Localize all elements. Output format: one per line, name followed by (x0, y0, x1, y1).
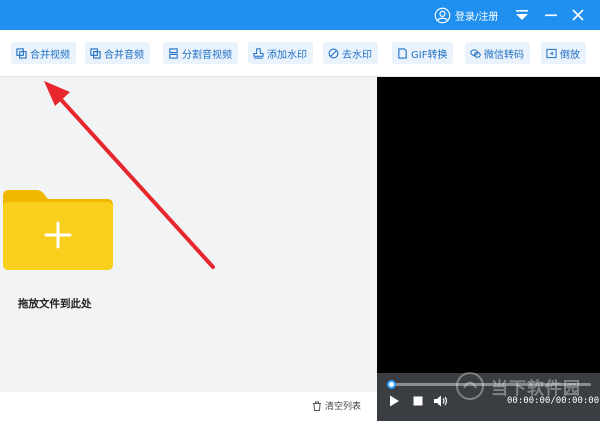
tool-remove-watermark[interactable]: 去水印 (323, 42, 378, 64)
title-bar: 登录/注册 (0, 0, 600, 30)
volume-icon[interactable] (433, 394, 449, 408)
tool-label: GIF转换 (411, 49, 448, 61)
app-window: 登录/注册 合并视频 合并音频 分割音视频 添加水印 去水印 GIF转换 微信转… (0, 0, 600, 421)
add-folder-icon[interactable] (3, 190, 113, 270)
player-controls: 00:00:00/00:00:00 (377, 373, 600, 421)
tool-label: 倒放 (560, 49, 580, 61)
tool-merge-video[interactable]: 合并视频 (11, 42, 76, 64)
progress-knob[interactable] (387, 380, 396, 389)
minimize-icon (545, 14, 557, 17)
tool-label: 分割音视频 (182, 49, 232, 61)
clear-list-button[interactable]: 清空列表 (312, 399, 361, 412)
menu-button[interactable] (513, 5, 531, 25)
reverse-icon (546, 48, 557, 58)
close-icon (572, 9, 584, 21)
remove-watermark-icon (328, 48, 339, 58)
merge-video-icon (16, 47, 27, 59)
wechat-icon (470, 48, 481, 58)
menu-icon (516, 10, 528, 20)
tool-label: 去水印 (342, 49, 372, 61)
tool-gif[interactable]: GIF转换 (392, 42, 454, 64)
tool-label: 合并音频 (104, 49, 144, 61)
clear-list-label: 清空列表 (325, 402, 362, 412)
tool-label: 合并视频 (30, 49, 70, 61)
toolbar: 合并视频 合并音频 分割音视频 添加水印 去水印 GIF转换 微信转码 倒放 (0, 30, 600, 77)
stop-icon[interactable] (411, 394, 425, 408)
tool-split[interactable]: 分割音视频 (163, 42, 238, 64)
timecode: 00:00:00/00:00:00 (507, 396, 600, 406)
gif-icon (398, 47, 407, 59)
user-icon (434, 7, 451, 23)
play-icon[interactable] (387, 394, 401, 408)
merge-audio-icon (90, 47, 101, 59)
add-watermark-icon (253, 47, 264, 59)
minimize-button[interactable] (542, 5, 560, 25)
tool-label: 添加水印 (267, 49, 307, 61)
tool-merge-audio[interactable]: 合并音频 (85, 42, 150, 64)
trash-icon (313, 401, 321, 411)
drop-hint-text: 拖放文件到此处 (18, 298, 92, 310)
close-button[interactable] (569, 5, 587, 25)
login-label: 登录/注册 (455, 11, 499, 23)
tool-label: 微信转码 (484, 49, 524, 61)
tool-reverse[interactable]: 倒放 (541, 42, 586, 64)
progress-bar[interactable] (387, 380, 591, 389)
login-button[interactable]: 登录/注册 (434, 5, 498, 25)
video-player: 00:00:00/00:00:00 (377, 77, 600, 421)
file-drop-area[interactable]: 拖放文件到此处 (0, 77, 377, 392)
tool-wechat[interactable]: 微信转码 (465, 42, 530, 64)
list-footer: 清空列表 (0, 392, 377, 421)
split-icon (169, 47, 178, 59)
tool-add-watermark[interactable]: 添加水印 (248, 42, 313, 64)
